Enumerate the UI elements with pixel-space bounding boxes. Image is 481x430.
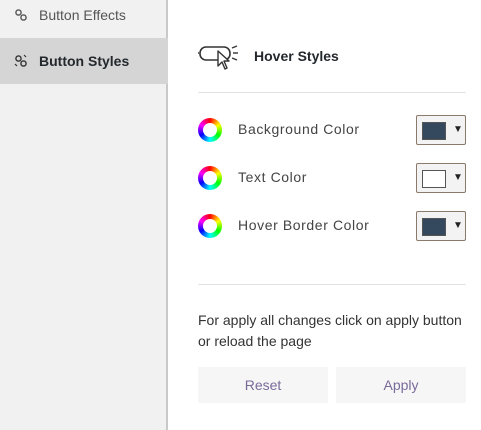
sidebar: Button Effects Button Styles xyxy=(0,0,168,430)
background-color-row: Background Color ▼ xyxy=(198,115,466,145)
hand-pointer-icon xyxy=(198,41,240,76)
color-wheel-icon xyxy=(198,166,222,190)
chevron-down-icon: ▼ xyxy=(453,172,463,183)
color-swatch xyxy=(422,170,446,188)
section-header: Hover Styles xyxy=(198,38,466,74)
background-color-label: Background Color xyxy=(238,121,360,137)
apply-button[interactable]: Apply xyxy=(336,367,466,403)
color-wheel-icon xyxy=(198,214,222,238)
chevron-down-icon: ▼ xyxy=(453,220,463,231)
hover-border-color-label: Hover Border Color xyxy=(238,217,370,233)
link-icon xyxy=(14,8,28,22)
hover-border-color-row: Hover Border Color ▼ xyxy=(198,211,466,241)
magic-link-icon xyxy=(14,54,28,68)
reset-button[interactable]: Reset xyxy=(198,367,328,403)
text-color-label: Text Color xyxy=(238,169,308,185)
apply-note: For apply all changes click on apply but… xyxy=(198,312,462,349)
color-wheel-icon xyxy=(198,118,222,142)
sidebar-item-label: Button Styles xyxy=(39,53,130,69)
color-swatch xyxy=(422,218,446,236)
color-swatch xyxy=(422,122,446,140)
section-title: Hover Styles xyxy=(254,48,339,64)
divider xyxy=(198,92,466,93)
sidebar-item-button-effects[interactable]: Button Effects xyxy=(0,0,168,38)
text-color-picker[interactable]: ▼ xyxy=(416,163,466,193)
background-color-picker[interactable]: ▼ xyxy=(416,115,466,145)
divider xyxy=(198,284,466,285)
sidebar-item-label: Button Effects xyxy=(39,7,126,23)
chevron-down-icon: ▼ xyxy=(453,124,463,135)
sidebar-item-button-styles[interactable]: Button Styles xyxy=(0,38,168,84)
text-color-row: Text Color ▼ xyxy=(198,163,466,193)
hover-border-color-picker[interactable]: ▼ xyxy=(416,211,466,241)
